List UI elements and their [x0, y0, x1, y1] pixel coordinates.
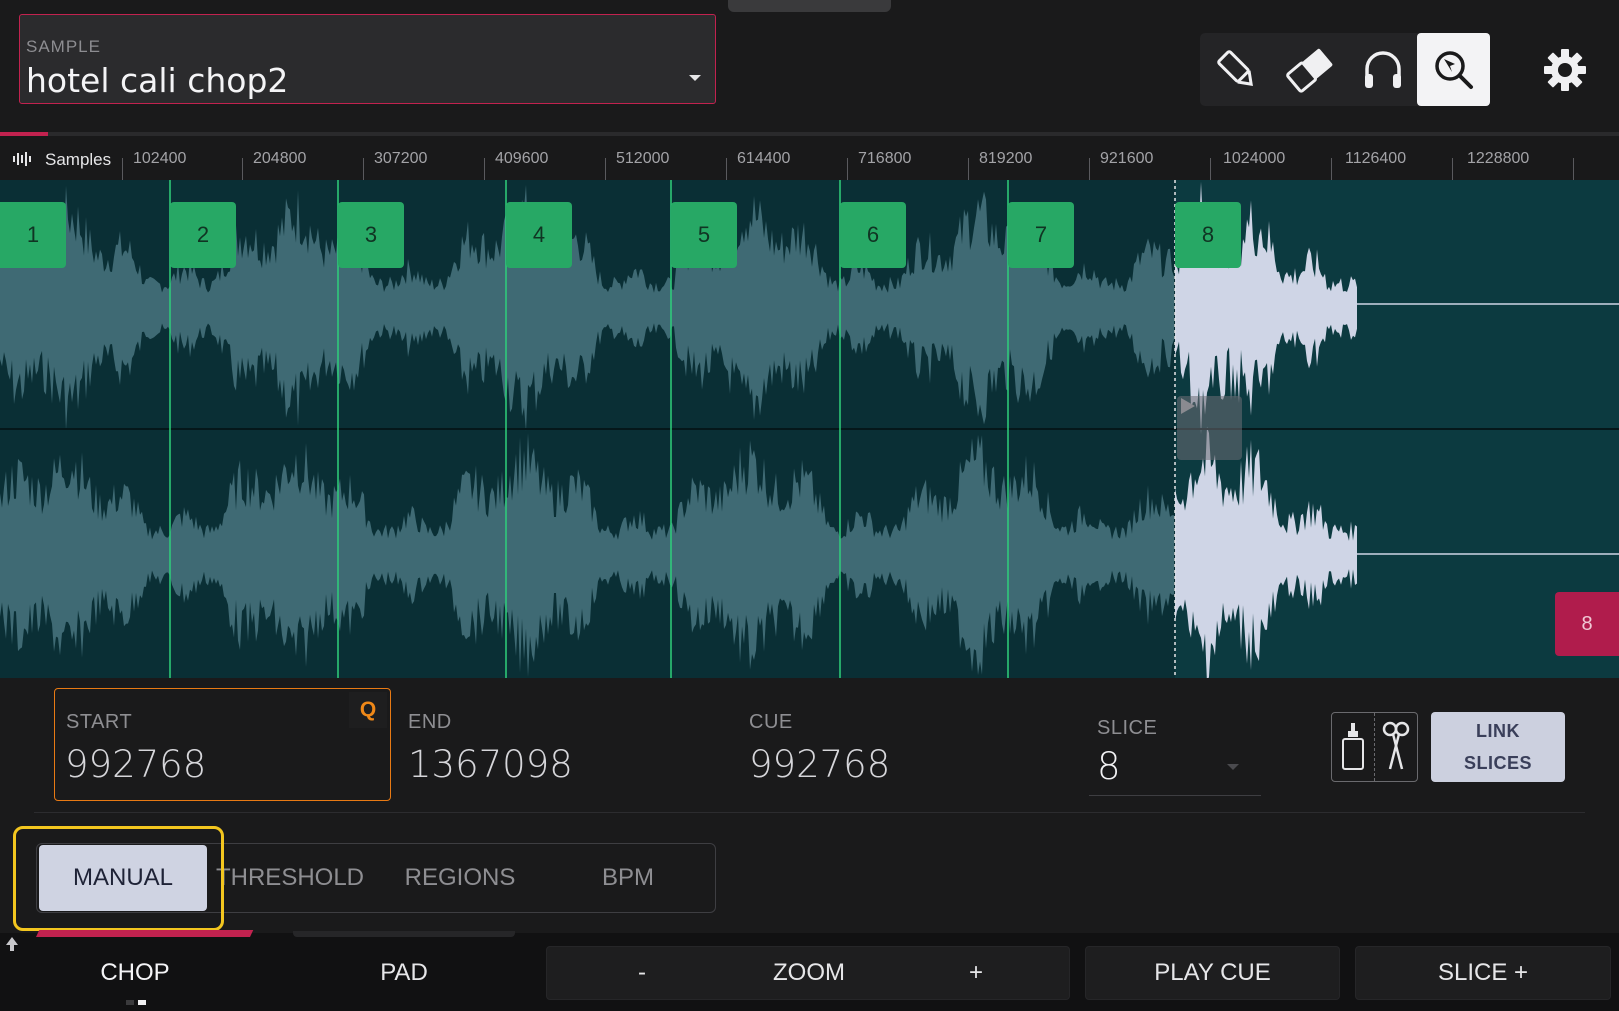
- ruler-tick: [1210, 158, 1211, 180]
- pad-tab-indicator: [293, 931, 515, 937]
- slice-end-marker[interactable]: 8: [1555, 592, 1619, 656]
- ruler-tick-label: 819200: [979, 150, 1033, 167]
- ruler-tick-label: 921600: [1100, 150, 1154, 167]
- chop-tab-indicator: [36, 930, 254, 937]
- ruler-tick-label: 1024000: [1223, 150, 1286, 167]
- play-icon: [1181, 398, 1195, 414]
- ruler-tick-label: 716800: [858, 150, 912, 167]
- start-field[interactable]: START 992768 Q: [54, 688, 391, 801]
- slice-tag[interactable]: 7: [1008, 202, 1074, 268]
- zoom-in-button[interactable]: +: [881, 946, 1071, 1000]
- tab-pad[interactable]: PAD: [305, 946, 503, 1000]
- mode-regions[interactable]: REGIONS: [382, 845, 538, 911]
- section-divider: [34, 812, 1585, 813]
- zoom-control: - ZOOM +: [546, 946, 1070, 1000]
- link-slices-line2: SLICES: [1463, 753, 1532, 773]
- gear-icon: [1544, 49, 1586, 91]
- mode-threshold[interactable]: THRESHOLD: [215, 845, 365, 911]
- glue-icon: [1342, 723, 1364, 770]
- waveform-display[interactable]: 1 2 3 4 5 6 7 8 8: [0, 180, 1619, 678]
- slice-tag[interactable]: 5: [671, 202, 737, 268]
- ruler-tick-label: 512000: [616, 150, 670, 167]
- slice-tag[interactable]: 3: [338, 202, 404, 268]
- ruler-tick-label: 204800: [253, 150, 307, 167]
- listen-tool-button[interactable]: [1346, 33, 1419, 106]
- sample-name: hotel cali chop2: [26, 61, 289, 100]
- headphones-icon: [1364, 50, 1401, 88]
- waveform-icon: [13, 152, 31, 166]
- quantize-badge[interactable]: Q: [349, 692, 387, 728]
- top-drawer-handle[interactable]: [728, 0, 891, 12]
- ruler-tick: [363, 158, 364, 180]
- selected-slice-right-channel: [1175, 426, 1357, 678]
- zoom-select-tool-button[interactable]: [1417, 33, 1490, 106]
- slice-tag[interactable]: 2: [170, 202, 236, 268]
- chevron-down-icon: [689, 75, 701, 81]
- cue-label: CUE: [749, 711, 793, 733]
- scissors-icon: [1382, 721, 1410, 770]
- edit-toolbar: [1200, 33, 1490, 106]
- play-cue-button[interactable]: PLAY CUE: [1085, 946, 1340, 1000]
- waveform-canvas: [0, 180, 1619, 678]
- zoom-select-icon: [1434, 50, 1473, 89]
- ruler-tick: [122, 158, 123, 180]
- slice-tag[interactable]: 4: [506, 202, 572, 268]
- pencil-tool-button[interactable]: [1200, 33, 1273, 106]
- ruler-tick: [1573, 158, 1574, 180]
- start-value: 992768: [65, 743, 207, 786]
- mode-bpm[interactable]: BPM: [548, 845, 708, 911]
- slice-tag[interactable]: 6: [840, 202, 906, 268]
- glue-tool[interactable]: [1332, 713, 1374, 781]
- link-slices-line1: LINK: [1476, 721, 1520, 741]
- chevron-down-icon: [1227, 764, 1239, 770]
- ruler-tick: [1331, 158, 1332, 180]
- sample-ruler[interactable]: Samples 102400 204800 307200 409600 512000 61…: [0, 136, 1619, 181]
- slice-tag[interactable]: 8: [1175, 202, 1241, 268]
- ruler-tick-label: 307200: [374, 150, 428, 167]
- end-label: END: [408, 711, 452, 733]
- slice-play-handle[interactable]: [1177, 396, 1242, 460]
- ruler-tick: [484, 158, 485, 180]
- slice-select[interactable]: SLICE 8: [1089, 709, 1261, 796]
- ruler-unit-label: Samples: [45, 150, 112, 169]
- ruler-tick: [1452, 158, 1453, 180]
- slice-tool-toggle[interactable]: [1331, 712, 1418, 782]
- ruler-tick-label: 614400: [737, 150, 791, 167]
- ruler-tick: [1089, 158, 1090, 180]
- slice-plus-button[interactable]: SLICE +: [1355, 946, 1611, 1000]
- sample-selector[interactable]: SAMPLE hotel cali chop2: [19, 14, 716, 104]
- eraser-tool-button[interactable]: [1273, 33, 1346, 106]
- end-value[interactable]: 1367098: [408, 743, 573, 786]
- cue-value[interactable]: 992768: [749, 743, 890, 786]
- eraser-icon: [1285, 48, 1332, 93]
- chop-tool[interactable]: [1375, 713, 1417, 781]
- ruler-tick-label: 1228800: [1467, 150, 1530, 167]
- settings-button[interactable]: [1530, 40, 1600, 100]
- link-slices-button[interactable]: LINK SLICES: [1431, 712, 1565, 782]
- start-label: START: [66, 711, 133, 733]
- pencil-icon: [1216, 49, 1253, 86]
- ruler-tick: [605, 158, 606, 180]
- ruler-tick-label: 102400: [133, 150, 187, 167]
- ruler-tick: [847, 158, 848, 180]
- ruler-tick-label: 409600: [495, 150, 549, 167]
- slice-tag[interactable]: 1: [0, 202, 66, 268]
- arrow-up-icon[interactable]: [4, 935, 20, 953]
- focus-highlight: [13, 826, 224, 931]
- page-indicator: [126, 992, 150, 1010]
- ruler-tick: [242, 158, 243, 180]
- sample-label: SAMPLE: [26, 37, 101, 56]
- slice-value: 8: [1097, 745, 1121, 788]
- ruler-tick: [968, 158, 969, 180]
- slice-label: SLICE: [1097, 717, 1158, 739]
- ruler-tick: [726, 158, 727, 180]
- ruler-tick-label: 1126400: [1345, 150, 1407, 167]
